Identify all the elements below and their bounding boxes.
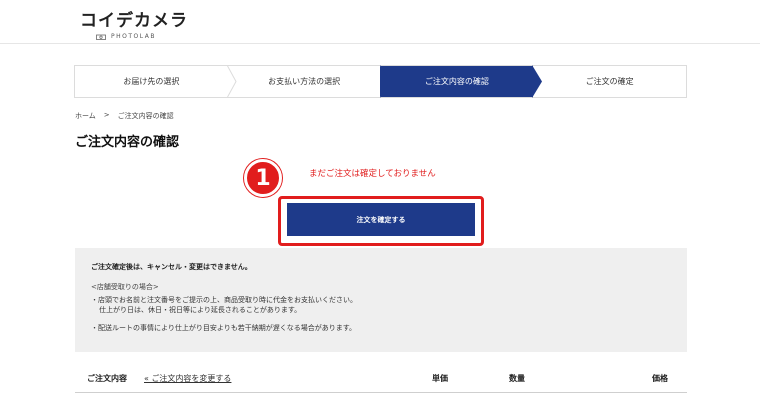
notice-line: ・配送ルートの事情により仕上がり目安よりも若干納期が遅くなる場合があります。 — [91, 324, 357, 333]
breadcrumb-current: ご注文内容の確認 — [117, 112, 174, 120]
order-table-header: ご注文内容 « ご注文内容を変更する 単価 数量 価格 — [75, 367, 687, 393]
step-payment: お支払い方法の選択 — [228, 65, 390, 98]
step-divider-arrow — [379, 65, 390, 98]
step-label: お届け先の選択 — [123, 77, 180, 86]
change-order-link[interactable]: « ご注文内容を変更する — [144, 373, 231, 384]
column-price: 価格 — [652, 374, 668, 383]
notice-title: ご注文確定後は、キャンセル・変更はできません。 — [91, 263, 252, 271]
column-unit-price: 単価 — [432, 374, 448, 383]
notice-line: ・店頭でお名前と注文番号をご提示の上、商品受取り時に代金をお支払いください。 — [91, 296, 357, 304]
step-delivery: お届け先の選択 — [75, 65, 237, 98]
breadcrumb-separator: > — [103, 111, 110, 119]
checkout-steps: お届け先の選択 お支払い方法の選択 ご注文内容の確認 ご注文の確定 — [74, 65, 687, 98]
camera-icon — [96, 34, 106, 40]
logo-main-text: コイデカメラ — [80, 11, 188, 31]
callout-number-badge: 1 — [244, 159, 282, 197]
page-title: ご注文内容の確認 — [75, 135, 180, 150]
step-label: ご注文の確定 — [585, 77, 634, 86]
column-quantity: 数量 — [509, 374, 525, 383]
step-label: お支払い方法の選択 — [268, 77, 341, 86]
order-contents-label: ご注文内容 — [87, 374, 127, 383]
breadcrumb-home[interactable]: ホーム — [75, 111, 96, 121]
logo-sub-text: PHOTOLAB — [111, 33, 156, 40]
breadcrumb: ホーム > ご注文内容の確認 — [75, 111, 174, 121]
site-header: コイデカメラ PHOTOLAB — [0, 0, 760, 44]
step-label: ご注文内容の確認 — [424, 77, 489, 86]
site-logo[interactable]: コイデカメラ PHOTOLAB — [80, 6, 188, 40]
step-complete: ご注文の確定 — [533, 66, 686, 97]
step-active-arrow — [532, 65, 543, 98]
notice-box: ご注文確定後は、キャンセル・変更はできません。 <店舗受取りの場合> ・店頭でお… — [75, 248, 687, 352]
step-divider-arrow — [226, 65, 237, 98]
confirm-order-button[interactable]: 注文を確定する — [287, 203, 475, 236]
not-confirmed-warning: まだご注文は確定しておりません — [309, 169, 436, 179]
step-confirm: ご注文内容の確認 — [380, 65, 543, 98]
notice-subtitle: <店舗受取りの場合> — [91, 283, 159, 291]
logo-sub: PHOTOLAB — [96, 33, 188, 40]
notice-line: 仕上がり日は、休日・祝日等により延長されることがあります。 — [99, 306, 302, 315]
